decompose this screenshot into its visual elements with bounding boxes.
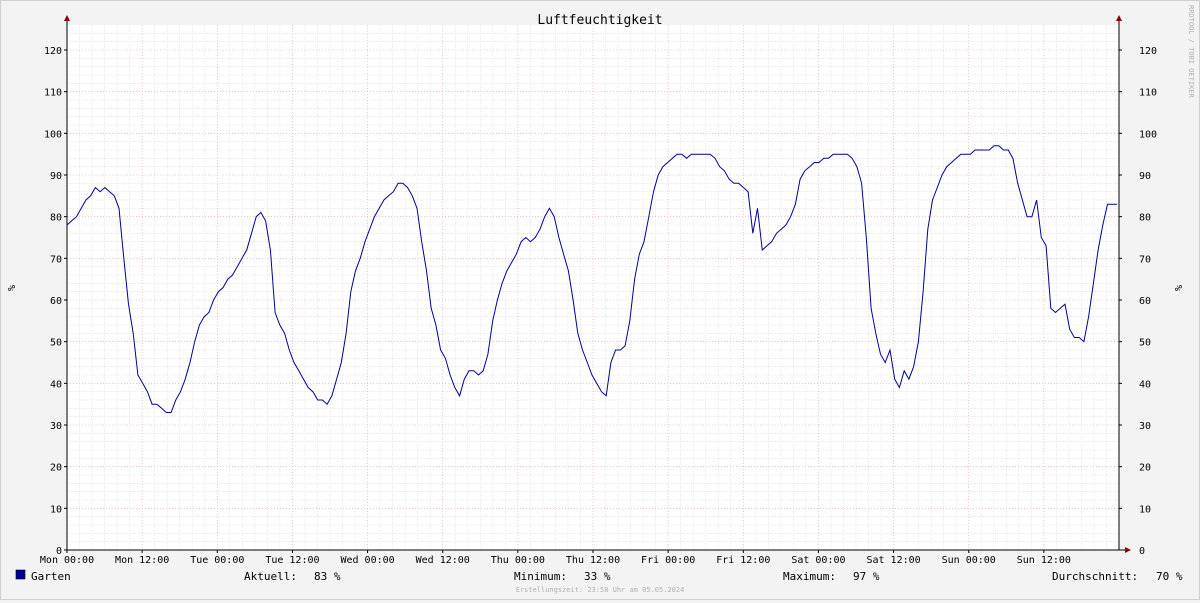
x-tick-label: Thu 00:00 [491,555,545,566]
x-tick-label: Tue 12:00 [265,555,319,566]
humidity-chart: 0 010 1020 2030 3040 4050 5060 6070 7080 8090 9010… [5,5,1195,594]
legend-max-label: Maximum: [783,570,836,583]
watermark: RRDTOOL / TOBI OETIKER [1187,5,1195,99]
y-tick-label-left: 120 [44,46,62,57]
x-tick-label: Tue 00:00 [190,555,244,566]
legend-min-label: Minimum: [514,570,567,583]
y-tick-label-left: 20 [50,463,62,474]
legend-series-name: Garten [31,570,71,583]
legend-avg-label: Durchschnitt: [1052,570,1138,583]
y-tick-label-right: 80 [1139,213,1151,224]
x-tick-label: Mon 00:00 [40,555,94,566]
y-tick-label-left: 100 [44,129,62,140]
legend-min-value: 33 % [584,570,611,583]
y-tick-label-right: 50 [1139,338,1151,349]
x-tick-label: Thu 12:00 [566,555,620,566]
x-tick-label: Mon 12:00 [115,555,169,566]
y-tick-label-left: 40 [50,379,62,390]
y-tick-label-left: 90 [50,171,62,182]
y-tick-label-left: 70 [50,254,62,265]
y-tick-label-left: 10 [50,504,62,515]
graph-frame: 0 0 10 10 20 20 30 30 40 40 50 50 60 60 70 70 80 80 90 90 10… [0,0,1200,600]
y-axis-label-right: % [1172,285,1183,291]
y-tick-label-right: 90 [1139,171,1151,182]
x-tick-label: Wed 00:00 [340,555,394,566]
y-tick-label-left: 110 [44,88,62,99]
y-tick-label-left: 80 [50,213,62,224]
y-tick-label-right: 0 [1139,546,1145,557]
x-tick-label: Sat 12:00 [866,555,920,566]
y-tick-label-right: 70 [1139,254,1151,265]
y-axis-label-left: % [5,285,16,291]
x-tick-label: Sun 12:00 [1017,555,1071,566]
legend-max-value: 97 % [853,570,880,583]
y-tick-label-right: 120 [1139,46,1157,57]
x-axis-arrow [1125,547,1131,553]
legend-swatch-garten [15,569,26,580]
legend-current-label: Aktuell: [244,570,297,583]
legend-avg-value: 70 % [1156,570,1183,583]
x-tick-label: Sun 00:00 [942,555,996,566]
y-tick-label-right: 60 [1139,296,1151,307]
x-tick-label: Sat 00:00 [791,555,845,566]
x-tick-label: Wed 12:00 [416,555,470,566]
y-tick-label-left: 30 [50,421,62,432]
y-tick-label-right: 20 [1139,463,1151,474]
y-tick-label-left: 50 [50,338,62,349]
legend-current-value: 83 % [314,570,341,583]
y-tick-label-right: 10 [1139,504,1151,515]
y-tick-label-right: 110 [1139,88,1157,99]
y-tick-label-left: 60 [50,296,62,307]
y-axis-arrow-right [1116,15,1122,21]
chart-title: Luftfeuchtigkeit [537,13,662,28]
x-tick-label: Fri 12:00 [716,555,770,566]
y-tick-label-right: 100 [1139,129,1157,140]
y-tick-label-right: 30 [1139,421,1151,432]
y-tick-label-right: 40 [1139,379,1151,390]
creation-time: Erstellungszeit: 23:58 Uhr am 05.05.2024 [516,586,685,594]
x-tick-label: Fri 00:00 [641,555,695,566]
y-axis-arrow-left [64,15,70,21]
